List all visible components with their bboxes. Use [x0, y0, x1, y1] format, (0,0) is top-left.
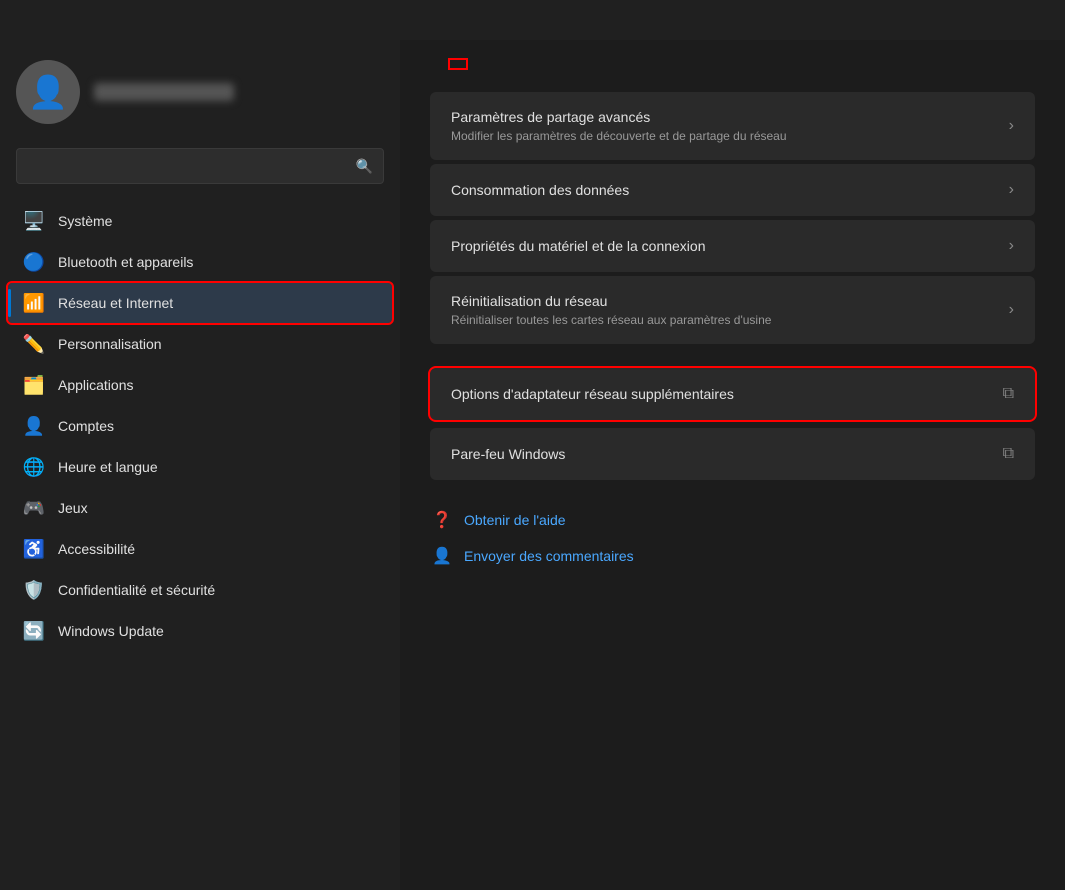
associes-item-parefeu[interactable]: Pare-feu Windows ⧉	[430, 428, 1035, 480]
sidebar-item-label-confidentialite: Confidentialité et sécurité	[58, 582, 215, 598]
sidebar-item-accessibilite[interactable]: ♿ Accessibilité	[8, 529, 392, 569]
titlebar	[0, 0, 1065, 40]
accessibilite-icon: ♿	[24, 539, 44, 559]
reseau-icon: 📶	[24, 293, 44, 313]
search-box[interactable]: 🔍	[16, 148, 384, 184]
sidebar-item-reseau[interactable]: 📶 Réseau et Internet	[8, 283, 392, 323]
help-link-text-aide[interactable]: Obtenir de l'aide	[464, 512, 566, 528]
help-link-commentaires[interactable]: 👤 Envoyer des commentaires	[430, 544, 1035, 568]
page-title	[450, 60, 466, 68]
settings-list: Paramètres de partage avancés Modifier le…	[430, 92, 1035, 344]
external-icon-adaptateur: ⧉	[1003, 385, 1014, 403]
sidebar-item-heure[interactable]: 🌐 Heure et langue	[8, 447, 392, 487]
chevron-icon-partage: ›	[1009, 117, 1014, 135]
settings-title-partage: Paramètres de partage avancés	[451, 109, 787, 125]
main-layout: 👤 🔍 🖥️ Système 🔵 Bluetooth et appareils 📶 Rés…	[0, 40, 1065, 890]
nav-list: 🖥️ Système 🔵 Bluetooth et appareils 📶 Réseau …	[0, 200, 400, 652]
settings-item-reinitialisation[interactable]: Réinitialisation du réseau Réinitialiser …	[430, 276, 1035, 344]
titlebar-controls	[927, 0, 1065, 40]
sidebar-item-confidentialite[interactable]: 🛡️ Confidentialité et sécurité	[8, 570, 392, 610]
sidebar-item-label-jeux: Jeux	[58, 500, 88, 516]
sidebar-item-windows-update[interactable]: 🔄 Windows Update	[8, 611, 392, 651]
settings-title-proprietes: Propriétés du matériel et de la connexio…	[451, 238, 705, 254]
sidebar-item-label-windows-update: Windows Update	[58, 623, 164, 639]
content-header	[430, 40, 1035, 92]
aide-icon: ❓	[430, 508, 454, 532]
sidebar-item-label-applications: Applications	[58, 377, 134, 393]
user-name	[94, 83, 234, 101]
sidebar-item-label-heure: Heure et langue	[58, 459, 158, 475]
settings-desc-partage: Modifier les paramètres de découverte et…	[451, 129, 787, 143]
search-container: 🔍	[0, 140, 400, 200]
external-icon-parefeu: ⧉	[1003, 445, 1014, 463]
sidebar: 👤 🔍 🖥️ Système 🔵 Bluetooth et appareils 📶 Rés…	[0, 40, 400, 890]
settings-title-reinitialisation: Réinitialisation du réseau	[451, 293, 771, 309]
sidebar-item-jeux[interactable]: 🎮 Jeux	[8, 488, 392, 528]
search-icon: 🔍	[356, 158, 373, 175]
associes-list: Options d'adaptateur réseau supplémentai…	[430, 368, 1035, 484]
sidebar-item-comptes[interactable]: 👤 Comptes	[8, 406, 392, 446]
settings-item-consommation[interactable]: Consommation des données ›	[430, 164, 1035, 216]
avatar-icon: 👤	[28, 73, 68, 111]
content-area: Paramètres de partage avancés Modifier le…	[400, 40, 1065, 890]
windows-update-icon: 🔄	[24, 621, 44, 641]
help-links: ❓ Obtenir de l'aide 👤 Envoyer des commentai…	[430, 508, 1035, 568]
sidebar-item-label-reseau: Réseau et Internet	[58, 295, 173, 311]
sidebar-item-label-bluetooth: Bluetooth et appareils	[58, 254, 193, 270]
close-button[interactable]	[1019, 0, 1065, 40]
chevron-icon-proprietes: ›	[1009, 237, 1014, 255]
avatar: 👤	[16, 60, 80, 124]
sidebar-item-bluetooth[interactable]: 🔵 Bluetooth et appareils	[8, 242, 392, 282]
settings-desc-reinitialisation: Réinitialiser toutes les cartes réseau a…	[451, 313, 771, 327]
sidebar-item-label-accessibilite: Accessibilité	[58, 541, 135, 557]
sidebar-item-systeme[interactable]: 🖥️ Système	[8, 201, 392, 241]
personnalisation-icon: ✏️	[24, 334, 44, 354]
restore-button[interactable]	[973, 0, 1019, 40]
heure-icon: 🌐	[24, 457, 44, 477]
confidentialite-icon: 🛡️	[24, 580, 44, 600]
comptes-icon: 👤	[24, 416, 44, 436]
user-profile: 👤	[0, 40, 400, 140]
applications-icon: 🗂️	[24, 375, 44, 395]
help-link-text-commentaires[interactable]: Envoyer des commentaires	[464, 548, 634, 564]
associes-title-adaptateur: Options d'adaptateur réseau supplémentai…	[451, 386, 734, 402]
bluetooth-icon: 🔵	[24, 252, 44, 272]
sidebar-item-label-personnalisation: Personnalisation	[58, 336, 162, 352]
chevron-icon-reinitialisation: ›	[1009, 301, 1014, 319]
minimize-button[interactable]	[927, 0, 973, 40]
sidebar-item-label-comptes: Comptes	[58, 418, 114, 434]
associes-item-adaptateur[interactable]: Options d'adaptateur réseau supplémentai…	[430, 368, 1035, 420]
sidebar-item-applications[interactable]: 🗂️ Applications	[8, 365, 392, 405]
systeme-icon: 🖥️	[24, 211, 44, 231]
sidebar-item-label-systeme: Système	[58, 213, 112, 229]
commentaires-icon: 👤	[430, 544, 454, 568]
settings-title-consommation: Consommation des données	[451, 182, 629, 198]
sidebar-item-personnalisation[interactable]: ✏️ Personnalisation	[8, 324, 392, 364]
associes-title-parefeu: Pare-feu Windows	[451, 446, 565, 462]
settings-item-partage[interactable]: Paramètres de partage avancés Modifier le…	[430, 92, 1035, 160]
jeux-icon: 🎮	[24, 498, 44, 518]
chevron-icon-consommation: ›	[1009, 181, 1014, 199]
settings-item-proprietes[interactable]: Propriétés du matériel et de la connexio…	[430, 220, 1035, 272]
help-link-aide[interactable]: ❓ Obtenir de l'aide	[430, 508, 1035, 532]
